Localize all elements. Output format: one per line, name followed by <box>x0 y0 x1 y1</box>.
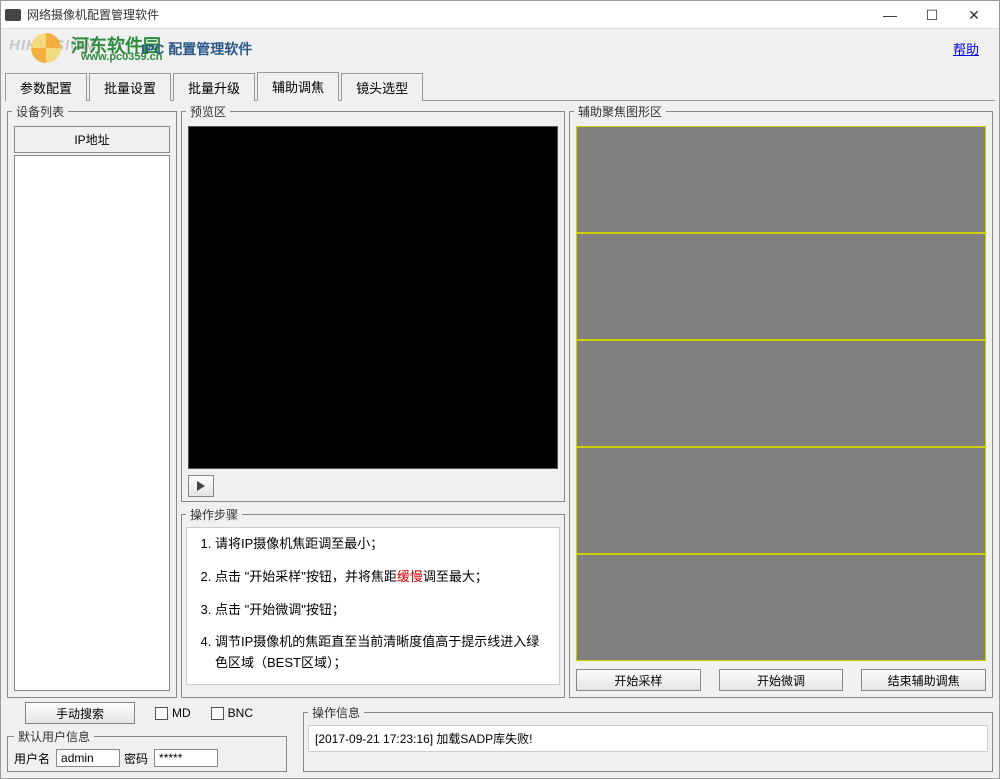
bnc-label: BNC <box>228 706 253 720</box>
username-label: 用户名 <box>14 750 50 767</box>
password-label: 密码 <box>124 750 148 767</box>
default-user-group: 默认用户信息 用户名 密码 <box>7 728 287 772</box>
focus-cell <box>576 447 986 554</box>
bnc-checkbox[interactable] <box>211 707 224 720</box>
focus-graph-grid <box>574 124 988 663</box>
default-user-legend: 默认用户信息 <box>14 728 94 745</box>
focus-cell <box>576 340 986 447</box>
focus-graph-group: 辅助聚焦图形区 开始采样 开始微调 结束辅助调焦 <box>569 103 993 698</box>
steps-scroll[interactable]: 请将IP摄像机焦距调至最小； 点击 "开始采样"按钮，并将焦距缓慢调至最大； 点击 … <box>186 527 560 685</box>
focus-graph-legend: 辅助聚焦图形区 <box>574 103 666 120</box>
step-item: 点击 "开始微调"按钮； <box>215 600 551 621</box>
tab-assist-focus[interactable]: 辅助调焦 <box>257 72 339 101</box>
minimize-button[interactable]: — <box>869 2 911 28</box>
ip-address-list[interactable] <box>14 155 170 691</box>
steps-group: 操作步骤 请将IP摄像机焦距调至最小； 点击 "开始采样"按钮，并将焦距缓慢调至最… <box>181 506 565 698</box>
play-icon <box>197 481 205 491</box>
focus-cell <box>576 233 986 340</box>
preview-group: 预览区 <box>181 103 565 502</box>
start-sample-button[interactable]: 开始采样 <box>576 669 701 691</box>
focus-cell <box>576 126 986 233</box>
help-link[interactable]: 帮助 <box>953 39 979 58</box>
start-fine-button[interactable]: 开始微调 <box>719 669 844 691</box>
video-preview[interactable] <box>188 126 558 469</box>
steps-legend: 操作步骤 <box>186 506 242 523</box>
step-item: 点击 "开始采样"按钮，并将焦距缓慢调至最大； <box>215 567 551 588</box>
md-label: MD <box>172 706 191 720</box>
banner: HIKVISION 河东软件园 www.pc0359.cn IPC 配置管理软件… <box>1 29 999 67</box>
op-info-group: 操作信息 [2017-09-21 17:23:16] 加载SADP库失败! <box>303 704 993 772</box>
focus-cell <box>576 554 986 661</box>
maximize-button[interactable]: ☐ <box>911 2 953 28</box>
app-subtitle: IPC 配置管理软件 <box>141 39 252 59</box>
preview-legend: 预览区 <box>186 103 230 120</box>
md-checkbox[interactable] <box>155 707 168 720</box>
app-icon <box>5 9 21 21</box>
device-list-legend: 设备列表 <box>12 103 68 120</box>
titlebar: 网络摄像机配置管理软件 — ☐ ✕ <box>1 1 999 29</box>
op-info-legend: 操作信息 <box>308 704 364 721</box>
ip-address-header[interactable]: IP地址 <box>14 126 170 153</box>
window-title: 网络摄像机配置管理软件 <box>27 6 869 23</box>
password-input[interactable] <box>154 749 218 767</box>
tab-lens-select[interactable]: 镜头选型 <box>341 73 423 101</box>
close-button[interactable]: ✕ <box>953 2 995 28</box>
device-list-group: 设备列表 IP地址 <box>7 103 177 698</box>
tab-batch-upgrade[interactable]: 批量升级 <box>173 73 255 101</box>
op-info-text: [2017-09-21 17:23:16] 加载SADP库失败! <box>308 725 988 752</box>
end-assist-button[interactable]: 结束辅助调焦 <box>861 669 986 691</box>
tab-param-config[interactable]: 参数配置 <box>5 73 87 101</box>
username-input[interactable] <box>56 749 120 767</box>
step-item: 调节IP摄像机的焦距直至当前清晰度值高于提示线进入绿色区域（BEST区域）； <box>215 632 551 674</box>
tab-batch-set[interactable]: 批量设置 <box>89 73 171 101</box>
step-item: 请将IP摄像机焦距调至最小； <box>215 534 551 555</box>
logo-icon <box>31 33 61 63</box>
play-button[interactable] <box>188 475 214 497</box>
manual-search-button[interactable]: 手动搜索 <box>25 702 135 724</box>
tab-bar: 参数配置 批量设置 批量升级 辅助调焦 镜头选型 <box>1 67 999 100</box>
